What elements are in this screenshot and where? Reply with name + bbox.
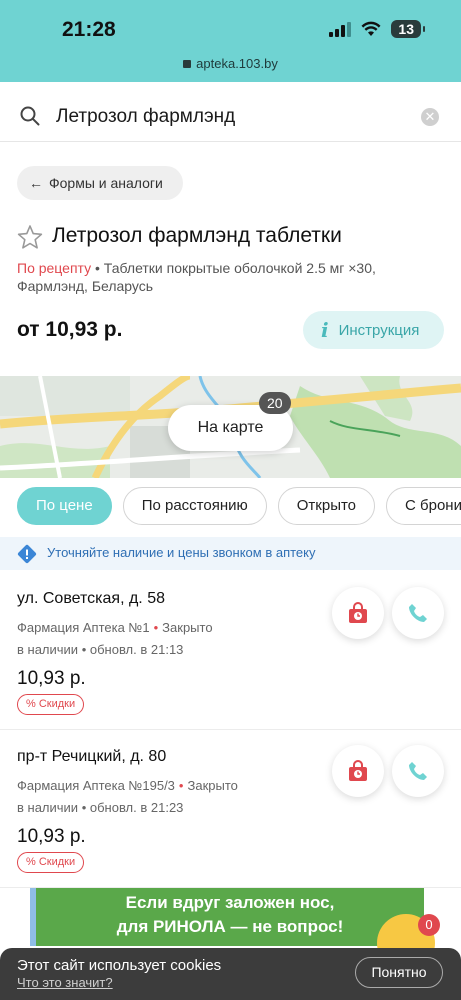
discount-label: Скидки bbox=[38, 698, 76, 710]
price-from: от 10,93 р. bbox=[17, 318, 123, 341]
pharmacy-name-status: Фармация Аптека №195/3 • Закрыто bbox=[17, 778, 238, 793]
product-meta: По рецепту • Таблетки покрытые оболочкой… bbox=[17, 259, 437, 295]
search-icon bbox=[20, 106, 40, 126]
url-text: apteka.103.by bbox=[196, 56, 278, 71]
forms-and-analogs-label: Формы и аналоги bbox=[49, 175, 163, 191]
stock-info: в наличии • обновл. в 21:23 bbox=[17, 800, 183, 815]
map-pharmacy-count-badge: 20 bbox=[259, 392, 291, 414]
lock-icon bbox=[183, 60, 192, 68]
notice-text: Уточняйте наличие и цены звонком в аптек… bbox=[47, 545, 316, 560]
meta-separator: • bbox=[95, 260, 104, 276]
pharmacy-name: Фармация Аптека №1 bbox=[17, 620, 150, 635]
shopping-bag-clock-icon bbox=[349, 602, 367, 623]
discount-badge[interactable]: % Скидки bbox=[17, 694, 85, 715]
pharmacy-status: Закрыто bbox=[162, 620, 213, 635]
instruction-button[interactable]: i Инструкция bbox=[303, 311, 444, 349]
call-button[interactable] bbox=[392, 745, 444, 797]
book-button[interactable] bbox=[332, 587, 384, 639]
forms-and-analogs-button[interactable]: ← Формы и аналоги bbox=[17, 166, 183, 200]
stock-status: в наличии bbox=[17, 800, 79, 815]
status-dot: • bbox=[153, 620, 159, 635]
updated-time: обновл. в 21:13 bbox=[89, 642, 184, 657]
battery-indicator: 13 bbox=[391, 20, 425, 38]
stock-status: в наличии bbox=[17, 642, 79, 657]
info-icon: i bbox=[321, 318, 329, 342]
filter-open-now[interactable]: Открыто bbox=[277, 487, 376, 525]
pharmacy-address: ул. Советская, д. 58 bbox=[17, 590, 165, 607]
status-icons: 13 bbox=[329, 20, 425, 38]
pharmacy-price: 10,93 р. bbox=[17, 826, 86, 847]
availability-notice: Уточняйте наличие и цены звонком в аптек… bbox=[0, 537, 461, 570]
pharmacy-name-status: Фармация Аптека №1 • Закрыто bbox=[17, 620, 213, 635]
favorites-count-badge: 0 bbox=[418, 914, 440, 936]
pharmacy-price: 10,93 р. bbox=[17, 668, 86, 689]
shopping-bag-clock-icon bbox=[349, 760, 367, 781]
pharmacy-card[interactable]: ул. Советская, д. 58 Фармация Аптека №1 •… bbox=[0, 572, 461, 730]
phone-icon bbox=[409, 604, 427, 622]
percent-icon: % bbox=[26, 856, 36, 868]
clock: 21:28 bbox=[62, 18, 116, 41]
search-input[interactable] bbox=[56, 106, 396, 128]
arrow-left-icon: ← bbox=[29, 175, 43, 191]
prescription-label: По рецепту bbox=[17, 260, 92, 276]
info-diamond-icon bbox=[17, 544, 37, 564]
cookie-info-link[interactable]: Что это значит? bbox=[17, 975, 113, 990]
address-bar[interactable]: apteka.103.by bbox=[0, 56, 461, 71]
accept-cookies-button[interactable]: Понятно bbox=[355, 957, 443, 988]
updated-time: обновл. в 21:23 bbox=[89, 800, 184, 815]
close-icon: ✕ bbox=[424, 109, 436, 124]
pharmacy-address: пр-т Речицкий, д. 80 bbox=[17, 748, 167, 765]
meta-separator: • bbox=[78, 800, 90, 815]
browser-status-bar: 21:28 13 apteka.103.by bbox=[0, 0, 461, 82]
pharmacy-status: Закрыто bbox=[187, 778, 238, 793]
cookie-banner: Этот сайт использует cookies Что это зна… bbox=[0, 948, 461, 1000]
stock-info: в наличии • обновл. в 21:13 bbox=[17, 642, 183, 657]
product-title: Летрозол фармлэнд таблетки bbox=[52, 224, 342, 247]
discount-label: Скидки bbox=[38, 856, 76, 868]
phone-icon bbox=[409, 762, 427, 780]
pharmacy-card[interactable]: пр-т Речицкий, д. 80 Фармация Аптека №19… bbox=[0, 730, 461, 888]
percent-icon: % bbox=[26, 698, 36, 710]
instruction-label: Инструкция bbox=[338, 321, 420, 339]
book-button[interactable] bbox=[332, 745, 384, 797]
filter-by-distance[interactable]: По расстоянию bbox=[122, 487, 267, 525]
call-button[interactable] bbox=[392, 587, 444, 639]
ad-line-2: для РИНОЛА — не вопрос! bbox=[116, 917, 344, 936]
cookie-title: Этот сайт использует cookies bbox=[17, 957, 222, 974]
clear-search-button[interactable]: ✕ bbox=[421, 108, 439, 126]
ad-banner[interactable]: Если вдруг заложен нос, для РИНОЛА — не … bbox=[30, 888, 424, 946]
signal-icon bbox=[329, 21, 352, 37]
ad-line-1: Если вдруг заложен нос, bbox=[125, 893, 335, 912]
meta-separator: • bbox=[78, 642, 90, 657]
filter-by-price[interactable]: По цене bbox=[17, 487, 112, 525]
search-bar: ✕ bbox=[0, 96, 461, 142]
filter-with-booking[interactable]: С бронир bbox=[386, 487, 461, 525]
sort-filter-bar: По цене По расстоянию Открыто С бронир bbox=[0, 487, 461, 525]
favorite-star-icon[interactable] bbox=[17, 224, 43, 250]
discount-badge[interactable]: % Скидки bbox=[17, 852, 85, 873]
pharmacy-name: Фармация Аптека №195/3 bbox=[17, 778, 175, 793]
status-dot: • bbox=[178, 778, 184, 793]
wifi-icon bbox=[361, 21, 381, 36]
